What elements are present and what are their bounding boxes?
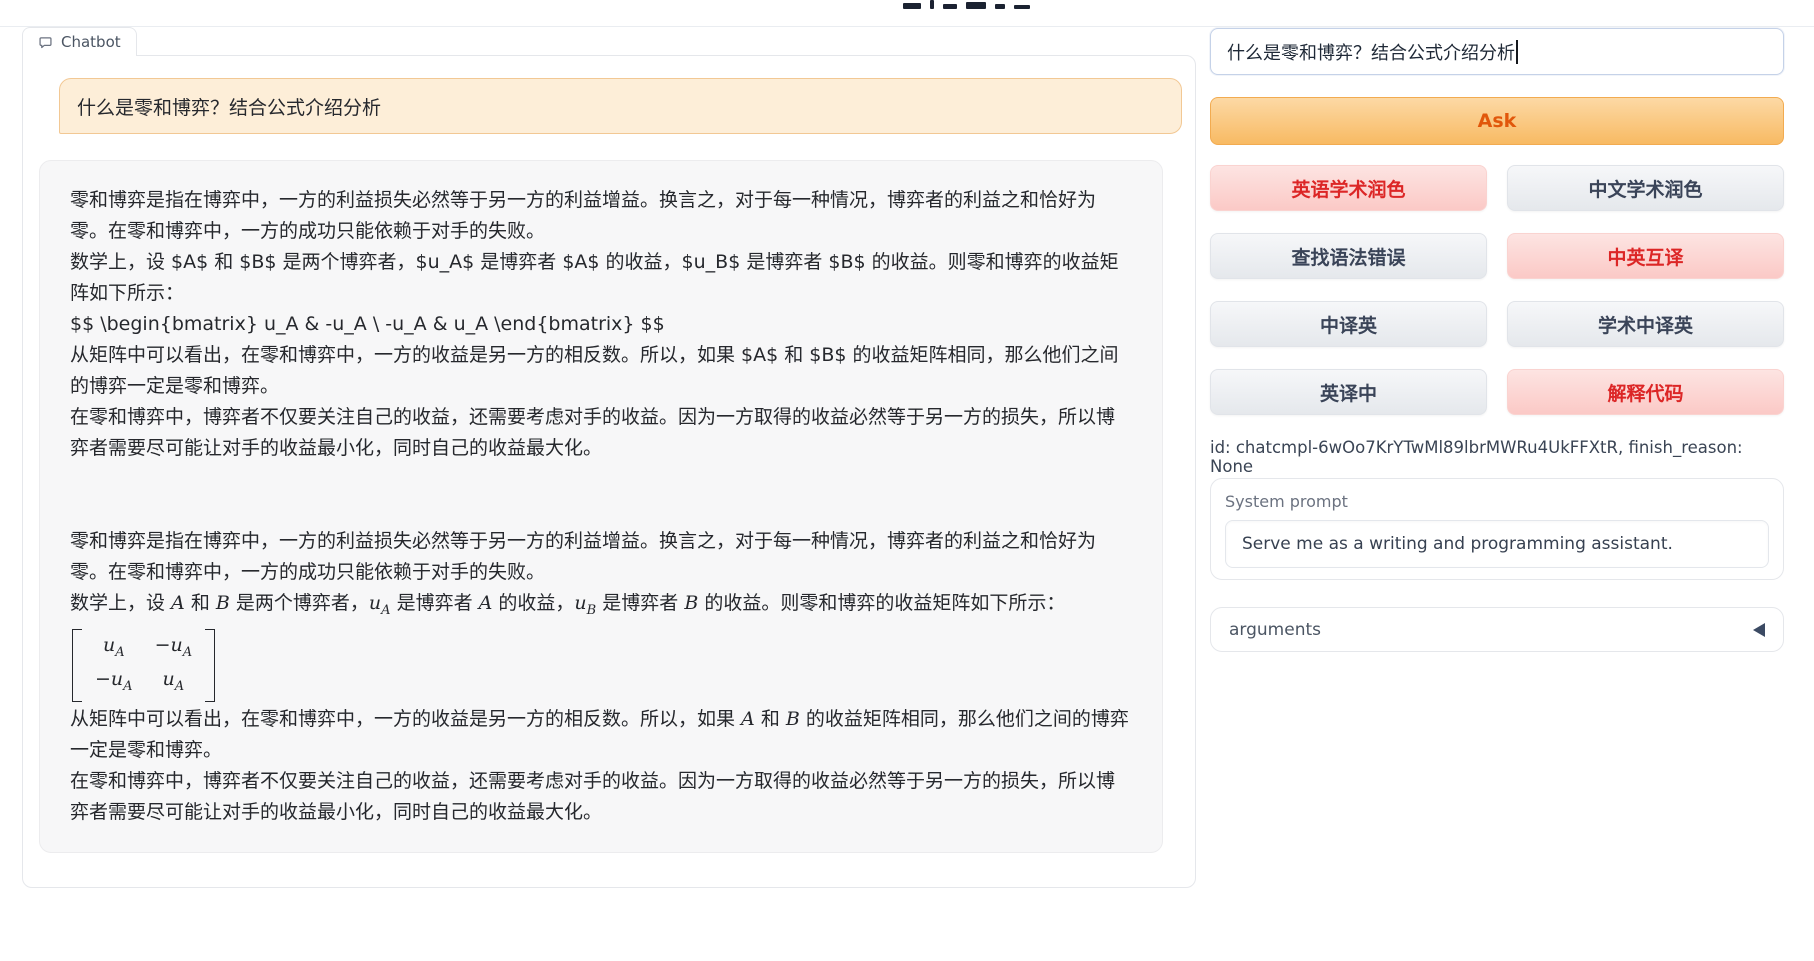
system-prompt-input[interactable]: Serve me as a writing and programming as… — [1225, 520, 1769, 568]
btn-zh-to-en[interactable]: 中译英 — [1210, 301, 1487, 347]
chatbot-label: Chatbot — [61, 33, 121, 51]
matrix-cell: −uA — [155, 632, 193, 666]
top-divider — [0, 26, 1814, 27]
system-prompt-value: Serve me as a writing and programming as… — [1242, 534, 1673, 554]
question-input[interactable]: 什么是零和博弈？结合公式介绍分析 — [1210, 28, 1784, 75]
system-prompt-label: System prompt — [1225, 492, 1769, 511]
status-line: id: chatcmpl-6wOo7KrYTwMl89lbrMWRu4UkFFX… — [1210, 438, 1784, 476]
bot-paragraph-raw-1: 零和博弈是指在博弈中，一方的利益损失必然等于另一方的利益增益。换言之，对于每一种… — [70, 185, 1132, 247]
system-prompt-group: System prompt Serve me as a writing and … — [1210, 478, 1784, 580]
arguments-accordion[interactable]: arguments — [1210, 607, 1784, 652]
chatbot-label-tab: Chatbot — [22, 27, 137, 56]
quick-actions-grid: 英语学术润色 中文学术润色 查找语法错误 中英互译 中译英 学术中译英 英译中 … — [1210, 165, 1784, 415]
bot-message-bubble: 零和博弈是指在博弈中，一方的利益损失必然等于另一方的利益增益。换言之，对于每一种… — [39, 160, 1163, 853]
bot-paragraph-rendered-2: 数学上，设 A 和 B 是两个博弈者，uA 是博弈者 A 的收益，uB 是博弈者… — [70, 588, 1132, 626]
btn-english-academic-polish[interactable]: 英语学术润色 — [1210, 165, 1487, 211]
btn-explain-code[interactable]: 解释代码 — [1507, 369, 1784, 415]
ask-button[interactable]: Ask — [1210, 97, 1784, 145]
btn-find-grammar-errors[interactable]: 查找语法错误 — [1210, 233, 1487, 279]
bot-paragraph-rendered-1: 零和博弈是指在博弈中，一方的利益损失必然等于另一方的利益增益。换言之，对于每一种… — [70, 526, 1132, 588]
bot-paragraph-raw-4: 在零和博弈中，博弈者不仅要关注自己的收益，还需要考虑对手的收益。因为一方取得的收… — [70, 402, 1132, 464]
btn-chinese-academic-polish[interactable]: 中文学术润色 — [1507, 165, 1784, 211]
matrix-left-bracket — [72, 629, 82, 703]
paragraph-gap — [70, 464, 1132, 526]
btn-zh-en-mutual-translate[interactable]: 中英互译 — [1507, 233, 1784, 279]
question-input-value: 什么是零和博弈？结合公式介绍分析 — [1227, 39, 1515, 65]
accordion-collapsed-arrow-icon — [1753, 623, 1765, 637]
text-cursor — [1516, 40, 1518, 64]
rendered-matrix: uA −uA −uA uA — [72, 629, 215, 703]
matrix-cell: −uA — [95, 666, 133, 700]
arguments-label: arguments — [1229, 620, 1321, 640]
bot-paragraph-raw-3: 从矩阵中可以看出，在零和博弈中，一方的收益是另一方的相反数。所以，如果 $A$ … — [70, 340, 1132, 402]
user-message-bubble: 什么是零和博弈？结合公式介绍分析 — [59, 78, 1182, 134]
matrix-cell: uA — [95, 632, 133, 666]
bot-paragraph-raw-2: 数学上，设 $A$ 和 $B$ 是两个博弈者，$u_A$ 是博弈者 $A$ 的收… — [70, 247, 1132, 309]
matrix-right-bracket — [205, 629, 215, 703]
clipped-page-title — [903, 0, 1073, 10]
btn-en-to-zh[interactable]: 英译中 — [1210, 369, 1487, 415]
bot-paragraph-rendered-4: 在零和博弈中，博弈者不仅要关注自己的收益，还需要考虑对手的收益。因为一方取得的收… — [70, 766, 1132, 828]
chat-bubble-icon — [38, 35, 53, 50]
chatbot-panel[interactable]: 什么是零和博弈？结合公式介绍分析 零和博弈是指在博弈中，一方的利益损失必然等于另… — [22, 55, 1196, 888]
btn-academic-zh-to-en[interactable]: 学术中译英 — [1507, 301, 1784, 347]
bot-paragraph-rendered-3: 从矩阵中可以看出，在零和博弈中，一方的收益是另一方的相反数。所以，如果 A 和 … — [70, 704, 1132, 766]
matrix-cell: uA — [155, 666, 193, 700]
latex-source-line: $$ \begin{bmatrix} u_A & -u_A \ -u_A & u… — [70, 309, 1132, 340]
user-message-text: 什么是零和博弈？结合公式介绍分析 — [77, 93, 381, 120]
